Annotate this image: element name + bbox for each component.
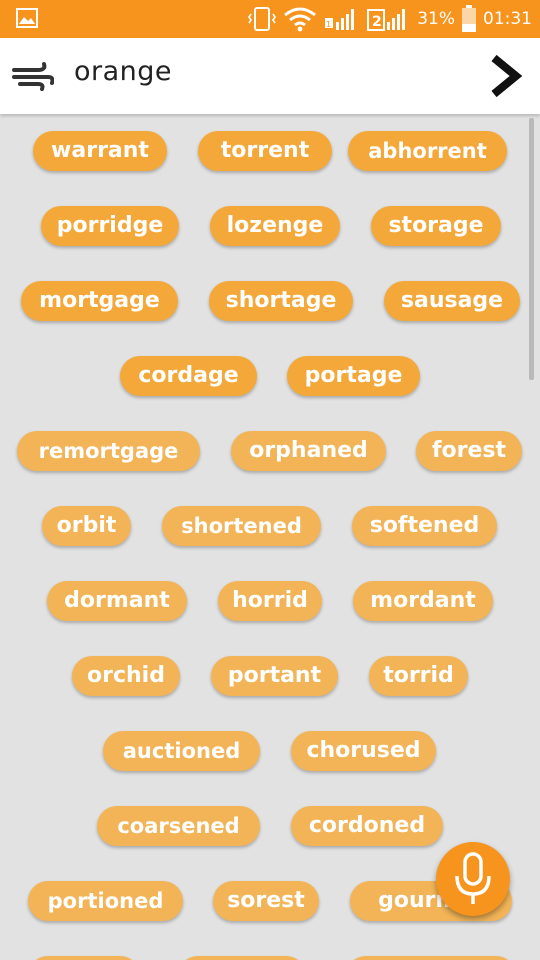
mic-button[interactable]	[436, 842, 510, 916]
vibrate-icon	[248, 7, 277, 31]
status-icons: 1 2 31% 01:31	[247, 5, 532, 32]
clock: 01:31	[483, 9, 532, 29]
image-icon	[16, 8, 38, 28]
wind-icon[interactable]	[12, 61, 54, 91]
word-chip[interactable]: remortgage	[17, 431, 200, 471]
word-chip-partial[interactable]	[346, 956, 516, 960]
word-chip[interactable]: portant	[211, 656, 338, 696]
mic-icon	[455, 852, 491, 904]
sim-badge: 2	[372, 14, 382, 30]
word-chip[interactable]: storage	[371, 206, 501, 246]
word-chip[interactable]: dormant	[47, 581, 187, 621]
word-chip[interactable]: shortened	[162, 506, 321, 546]
word-chip-partial[interactable]	[178, 956, 306, 960]
battery-percent: 31%	[417, 9, 455, 29]
status-bar: 1 2 31% 01:31	[0, 0, 540, 38]
word-chip[interactable]: cordoned	[291, 806, 443, 846]
word-chip[interactable]: orphaned	[231, 431, 386, 471]
word-chip[interactable]: lozenge	[210, 206, 340, 246]
word-chip[interactable]: sausage	[384, 281, 520, 321]
word-chip[interactable]: portage	[287, 356, 420, 396]
word-list: warrant torrent abhorrent porridge lozenge st…	[0, 114, 540, 960]
word-chip[interactable]: orchid	[72, 656, 180, 696]
wifi-icon	[284, 7, 317, 32]
word-chip[interactable]: sorest	[213, 881, 319, 921]
word-chip[interactable]: shortage	[209, 281, 353, 321]
word-chip[interactable]: portioned	[28, 881, 183, 921]
search-input[interactable]: orange	[74, 56, 172, 87]
word-chip[interactable]: orbit	[42, 506, 131, 546]
go-button[interactable]	[486, 52, 526, 100]
chevron-right-icon	[491, 54, 522, 98]
signal-2-icon: 2	[367, 9, 406, 31]
word-chip[interactable]: warrant	[33, 131, 167, 171]
word-chip[interactable]: mordant	[353, 581, 493, 621]
search-bar: orange	[0, 38, 540, 114]
word-chip[interactable]: torrid	[369, 656, 468, 696]
word-chip[interactable]: abhorrent	[348, 131, 507, 171]
word-chip[interactable]: auctioned	[103, 731, 260, 771]
scrollbar[interactable]	[529, 118, 534, 380]
word-chip[interactable]: forest	[416, 431, 522, 471]
word-chip[interactable]: cordage	[120, 356, 257, 396]
word-chip[interactable]: chorused	[291, 731, 436, 771]
word-chip[interactable]: porridge	[41, 206, 179, 246]
word-chip[interactable]: torrent	[198, 131, 332, 171]
word-chip[interactable]: softened	[352, 506, 497, 546]
word-chip[interactable]: coarsened	[97, 806, 260, 846]
signal-1-icon: 1	[325, 9, 355, 30]
word-chip-partial[interactable]	[28, 956, 140, 960]
svg-text:1: 1	[326, 20, 331, 29]
battery-icon	[462, 5, 476, 32]
word-chip[interactable]: horrid	[218, 581, 322, 621]
word-chip[interactable]: mortgage	[21, 281, 178, 321]
